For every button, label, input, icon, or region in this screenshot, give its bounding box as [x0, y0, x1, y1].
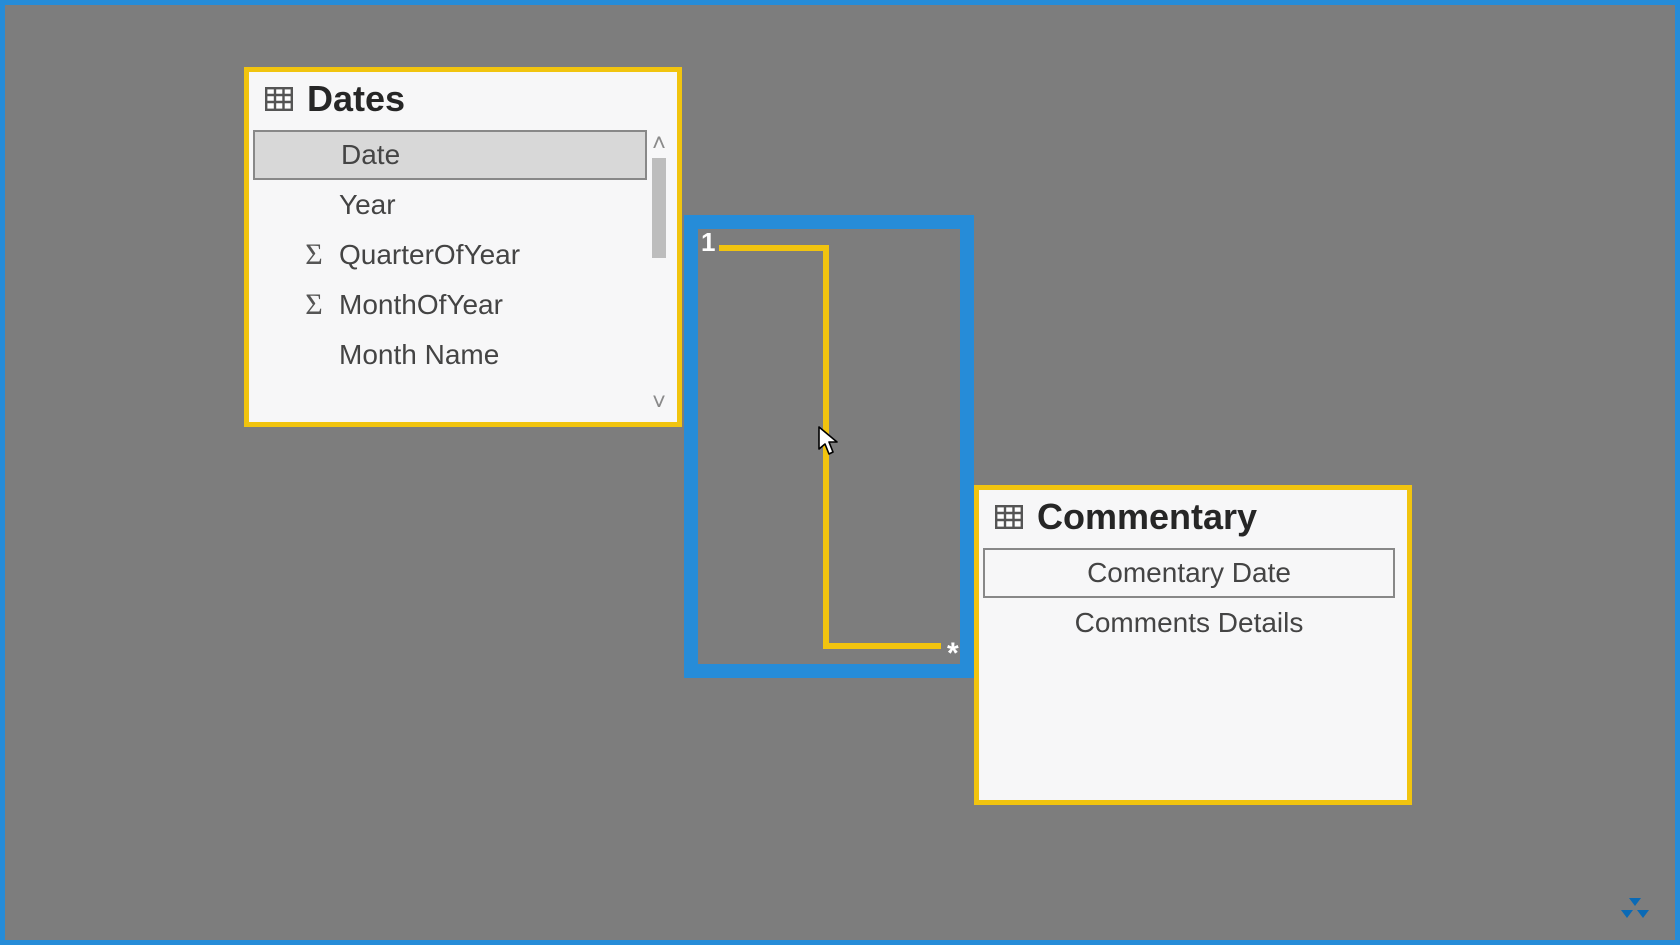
table-commentary-header: Commentary	[979, 490, 1407, 548]
table-commentary-title: Commentary	[1037, 496, 1257, 538]
field-monthname[interactable]: Month Name	[253, 330, 647, 380]
field-commentary-date[interactable]: Comentary Date	[983, 548, 1395, 598]
table-commentary[interactable]: Commentary Comentary Date Comments Detai…	[974, 485, 1412, 805]
field-monthofyear[interactable]: Σ MonthOfYear	[253, 280, 647, 330]
scroll-up-icon[interactable]: ˄	[652, 132, 666, 156]
model-canvas[interactable]: Dates Date Year Σ QuarterOfYear Σ MonthO…	[5, 5, 1675, 940]
cardinality-one: 1	[701, 227, 715, 258]
sigma-icon: Σ	[299, 240, 329, 270]
table-dates[interactable]: Dates Date Year Σ QuarterOfYear Σ MonthO…	[244, 67, 682, 427]
field-date[interactable]: Date	[253, 130, 647, 180]
table-icon	[995, 505, 1023, 529]
table-icon	[265, 87, 293, 111]
cardinality-many: *	[947, 637, 959, 671]
cursor-icon	[818, 426, 840, 456]
sigma-icon: Σ	[299, 290, 329, 320]
dates-scrollbar[interactable]: ˄ ˅	[647, 130, 671, 417]
field-comments-details[interactable]: Comments Details	[983, 598, 1395, 648]
table-dates-title: Dates	[307, 78, 405, 120]
field-quarterofyear[interactable]: Σ QuarterOfYear	[253, 230, 647, 280]
scroll-down-icon[interactable]: ˅	[652, 391, 666, 415]
table-dates-header: Dates	[249, 72, 677, 130]
brand-logo-icon	[1611, 894, 1653, 922]
field-year[interactable]: Year	[253, 180, 647, 230]
